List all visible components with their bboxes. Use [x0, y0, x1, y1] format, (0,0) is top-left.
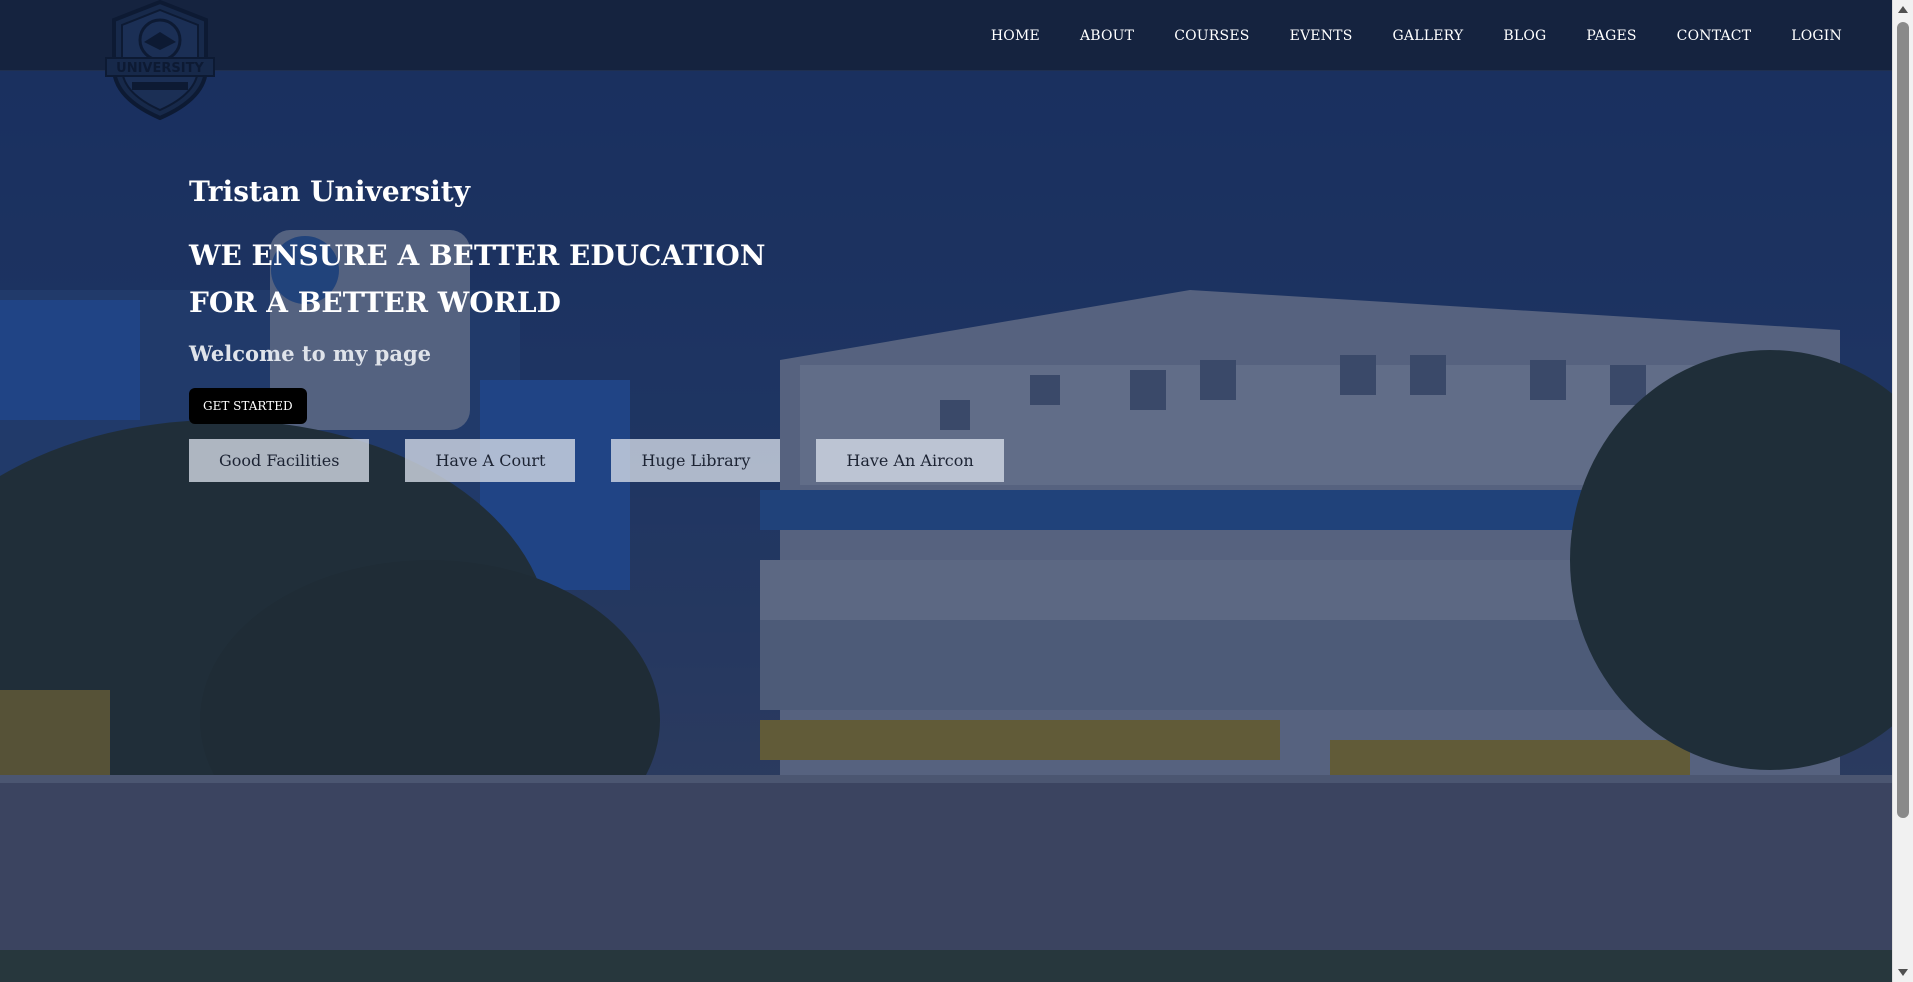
- hero-section: Tristan University WE ENSURE A BETTER ED…: [189, 170, 1089, 482]
- scroll-down-arrow-icon[interactable]: [1898, 969, 1908, 976]
- scroll-thumb[interactable]: [1897, 22, 1909, 818]
- feature-tags: Good Facilities Have A Court Huge Librar…: [189, 439, 1089, 482]
- logo-wordmark: UNIVERSITY: [116, 61, 204, 76]
- nav-gallery[interactable]: GALLERY: [1393, 28, 1464, 44]
- feature-have-an-aircon[interactable]: Have An Aircon: [816, 439, 1004, 482]
- tagline-line-2: FOR A BETTER WORLD: [189, 286, 561, 319]
- nav-contact[interactable]: CONTACT: [1677, 28, 1752, 44]
- feature-huge-library[interactable]: Huge Library: [611, 439, 781, 482]
- top-navbar: UNIVERSITY HOME ABOUT COURSES EVENTS GAL…: [0, 0, 1892, 121]
- university-name: Tristan University: [189, 175, 470, 208]
- nav-courses[interactable]: COURSES: [1174, 28, 1249, 44]
- nav-pages[interactable]: PAGES: [1586, 28, 1636, 44]
- university-logo[interactable]: UNIVERSITY: [98, 0, 222, 122]
- feature-good-facilities[interactable]: Good Facilities: [189, 439, 370, 482]
- tagline-line-1: WE ENSURE A BETTER EDUCATION: [189, 239, 766, 272]
- nav-home[interactable]: HOME: [991, 28, 1040, 44]
- nav-events[interactable]: EVENTS: [1290, 28, 1353, 44]
- nav-login[interactable]: LOGIN: [1791, 28, 1842, 44]
- main-nav: HOME ABOUT COURSES EVENTS GALLERY BLOG P…: [991, 0, 1842, 71]
- university-crest-icon: UNIVERSITY: [105, 0, 215, 121]
- get-started-button[interactable]: GET STARTED: [189, 388, 307, 424]
- scroll-up-arrow-icon[interactable]: [1898, 6, 1908, 13]
- nav-blog[interactable]: BLOG: [1503, 28, 1546, 44]
- feature-have-a-court[interactable]: Have A Court: [405, 439, 576, 482]
- page-scrollbar[interactable]: [1892, 0, 1913, 982]
- nav-about[interactable]: ABOUT: [1080, 28, 1134, 44]
- welcome-text: Welcome to my page: [189, 341, 431, 366]
- hero-dark-overlay: [0, 0, 1892, 982]
- hero-tagline: WE ENSURE A BETTER EDUCATION FOR A BETTE…: [189, 232, 1089, 326]
